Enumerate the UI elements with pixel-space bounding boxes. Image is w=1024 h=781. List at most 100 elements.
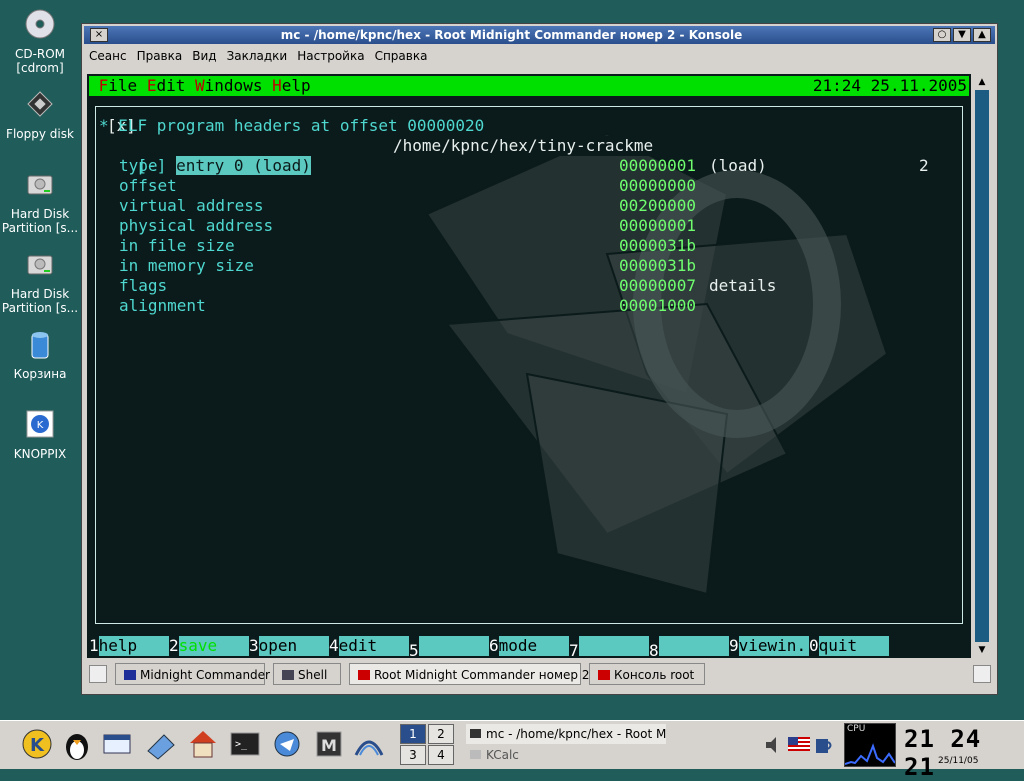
fkey-label: open (258, 636, 329, 656)
close-icon[interactable]: × (90, 28, 108, 42)
desktop-icon[interactable] (144, 727, 178, 761)
close-session-icon[interactable] (973, 665, 991, 683)
pager-desktop-2[interactable]: 2 (428, 724, 454, 744)
fkey-7[interactable]: 7 (569, 636, 649, 658)
fkey-number: 0 (809, 636, 819, 655)
menu-label: ile (108, 76, 138, 95)
fkey-6[interactable]: 6mode (489, 636, 569, 656)
menu-view[interactable]: Вид (187, 46, 221, 66)
trash-icon (31, 332, 49, 359)
maximize-button[interactable]: ▲ (973, 28, 991, 42)
volume-icon[interactable] (764, 735, 784, 755)
task-kcalc[interactable]: KCalc (466, 745, 666, 765)
sticky-button[interactable]: ○ (933, 28, 951, 42)
terminal-scrollbar[interactable]: ▲ ▼ (973, 74, 991, 658)
desktop-icon-harddisk[interactable]: Hard Disk Partition [s... (0, 248, 80, 315)
svg-text:M: M (321, 736, 337, 755)
menu-label: dit (156, 76, 186, 95)
desktop-icon-label: Корзина (13, 367, 67, 381)
harddisk-icon (27, 255, 53, 275)
desktop-icon-label: Hard Disk (10, 287, 70, 301)
desktop-icon-cdrom[interactable]: CD-ROM [cdrom] (0, 8, 80, 75)
fkey-number: 2 (169, 636, 179, 655)
mc-menu-item[interactable]: Help (272, 76, 311, 95)
mc-icon[interactable]: M (312, 727, 346, 761)
entry-row[interactable]: [-] entry 0 (load) (99, 136, 311, 175)
pager-desktop-3[interactable]: 3 (400, 745, 426, 765)
tab-root-mc-2[interactable]: Root Midnight Commander номер 2 (349, 663, 589, 685)
scroll-down-icon[interactable]: ▼ (976, 644, 988, 656)
menu-bookmarks[interactable]: Закладки (222, 46, 293, 66)
pager-desktop-1[interactable]: 1 (400, 724, 426, 744)
field-name: type (119, 156, 158, 175)
tab-shell[interactable]: Shell (273, 663, 341, 685)
menu-help[interactable]: Справка (370, 46, 433, 66)
field-value: 0000031b (619, 236, 697, 255)
desktop-icon-sublabel: Partition [s... (1, 301, 79, 315)
fkey-number: 8 (649, 641, 659, 658)
desktop-icon-floppy[interactable]: Floppy disk (0, 88, 80, 141)
fkey-5[interactable]: 5 (409, 636, 489, 658)
desktop-icon-knoppix[interactable]: K KNOPPIX (0, 408, 80, 461)
fkey-label: help (98, 636, 169, 656)
konqueror-icon[interactable] (270, 727, 304, 761)
desktop-icon-harddisk[interactable]: Hard Disk Partition [s... (0, 168, 80, 235)
new-session-icon[interactable] (89, 665, 107, 683)
tux-icon[interactable] (60, 727, 94, 761)
mc-menu-item[interactable]: File (99, 76, 138, 95)
us-flag-icon[interactable] (788, 737, 810, 751)
menu-session[interactable]: Сеанс (84, 46, 132, 66)
fkey-9[interactable]: 9viewin. (729, 636, 809, 656)
pager-desktop-4[interactable]: 4 (428, 745, 454, 765)
fkey-1[interactable]: 1help (89, 636, 169, 656)
menu-label: indows (204, 76, 263, 95)
window-titlebar[interactable]: × mc - /home/kpnc/hex - Root Midnight Co… (84, 26, 995, 44)
field-value: 00000001 (619, 216, 697, 235)
scroll-thumb[interactable] (975, 90, 989, 642)
menu-settings[interactable]: Настройка (292, 46, 369, 66)
mc-menu-item[interactable]: Edit (147, 76, 186, 95)
terminal[interactable]: File Edit Windows Help 21:24 25.11.2005 … (87, 74, 971, 658)
hotkey: F (98, 76, 109, 95)
fkey-4[interactable]: 4edit (329, 636, 409, 656)
desktop-icon-label: Floppy disk (6, 127, 74, 141)
coffee-cup-icon[interactable] (814, 733, 834, 757)
svg-text:K: K (30, 735, 45, 756)
fkey-2[interactable]: 2save (169, 636, 249, 656)
kde-menu-icon[interactable]: K (20, 727, 54, 761)
svg-text:K: K (37, 420, 44, 431)
field-extra[interactable]: (load) (709, 156, 767, 176)
field-name: flags (119, 276, 168, 295)
field-name: physical address (119, 216, 274, 235)
field-extra[interactable]: details (709, 276, 776, 296)
cpu-monitor[interactable]: CPU (844, 723, 896, 767)
fkey-0[interactable]: 0quit (809, 636, 889, 656)
menu-edit[interactable]: Правка (132, 46, 188, 66)
home-icon[interactable] (186, 727, 220, 761)
field-name: offset (119, 176, 177, 195)
openoffice-icon[interactable] (352, 727, 386, 761)
field-row: offset 00000000 (87, 176, 971, 196)
terminal-icon (470, 729, 481, 738)
taskbar-clock[interactable]: 21 24 21 (904, 725, 1024, 781)
tab-label: Root Midnight Commander номер 2 (374, 668, 590, 682)
tab-midnight-commander[interactable]: Midnight Commander (115, 663, 270, 685)
fkey-number: 9 (729, 636, 739, 655)
fkey-8[interactable]: 8 (649, 636, 729, 658)
window-list-icon[interactable] (100, 727, 134, 761)
field-value: 00200000 (619, 196, 697, 215)
fkey-3[interactable]: 3open (249, 636, 329, 656)
mc-menu-item[interactable]: Windows (195, 76, 262, 95)
minimize-button[interactable]: ▼ (953, 28, 971, 42)
cpu-graph (845, 743, 895, 765)
task-mc-konsole[interactable]: mc - /home/kpnc/hex - Root M (466, 724, 666, 744)
scroll-up-icon[interactable]: ▲ (976, 76, 988, 88)
mc-clock: 21:24 25.11.2005 (812, 76, 967, 95)
taskbar-date: 25/11/05 (938, 756, 979, 766)
desktop-icon-sublabel: Partition [s... (1, 221, 79, 235)
desktop-icon-trash[interactable]: Корзина (0, 328, 80, 381)
tab-console-root[interactable]: Консоль root (589, 663, 705, 685)
konsole-icon[interactable]: >_ (228, 727, 262, 761)
field-row: in file size 0000031b (87, 236, 971, 256)
elf-header: * ELF program headers at offset 00000020 (99, 116, 485, 135)
